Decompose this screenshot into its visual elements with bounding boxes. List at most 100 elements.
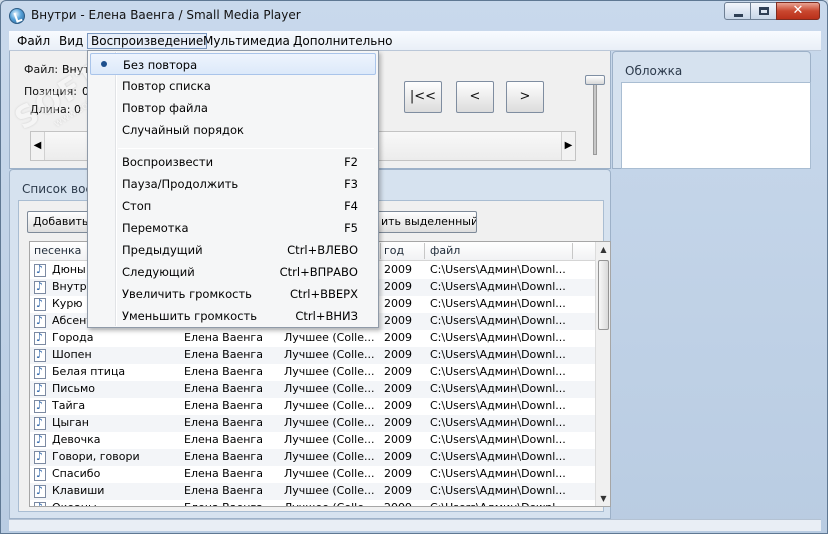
song-cell: Клавиши [52, 484, 105, 497]
menu-item[interactable]: Пауза/Продолжить F3 [90, 173, 376, 195]
menu-item[interactable]: Случайный порядок [90, 119, 376, 141]
playlist-label: Список вос [22, 182, 93, 196]
artist-cell: Елена Ваенга [184, 365, 263, 378]
album-cell: Лучшее (Colle... [284, 382, 375, 395]
album-cell: Лучшее (Colle... [284, 433, 375, 446]
col-song[interactable]: песенка [34, 244, 81, 257]
year-cell: 2009 [384, 416, 412, 429]
year-cell: 2009 [384, 280, 412, 293]
album-cell: Лучшее (Colle... [284, 348, 375, 361]
menu-item-shortcut: F4 [344, 199, 358, 213]
volume-slider-thumb[interactable] [585, 75, 605, 85]
col-separator[interactable] [380, 243, 381, 259]
menu-item[interactable]: Повтор файла [90, 97, 376, 119]
menu-item[interactable]: Воспроизвести F2 [90, 151, 376, 173]
menu-item[interactable]: Без повтора [90, 53, 376, 75]
col-separator[interactable] [572, 243, 573, 259]
audio-file-icon [34, 399, 46, 413]
seek-left-arrow-icon[interactable]: ◀ [31, 132, 45, 160]
album-cell: Лучшее (Colle... [284, 501, 380, 506]
table-row[interactable]: Шопен Елена Ваенга Лучшее (Colle... 2009 C:\… [30, 347, 596, 364]
scroll-up-arrow-icon[interactable]: ▲ [596, 242, 610, 257]
year-cell: 2009 [384, 297, 412, 310]
next-button[interactable]: > [506, 81, 544, 113]
table-row[interactable]: Белая птица Елена Ваенга Лучшее (Colle... 2… [30, 364, 596, 381]
audio-file-icon [34, 467, 46, 481]
col-year[interactable]: год [384, 244, 404, 257]
file-path-cell: C:\Users\Админ\Downl... [430, 365, 566, 378]
menu-item-label: Стоп [122, 199, 152, 213]
audio-file-icon [34, 382, 46, 396]
table-row[interactable]: Океаны Елена Ваенга Лучшее (Colle... 2009 C:… [30, 500, 596, 506]
seek-right-arrow-icon[interactable]: ▶ [561, 132, 575, 160]
close-button[interactable]: ✕ [776, 2, 820, 20]
artist-cell: Елена Ваенга [184, 450, 263, 463]
playlist-scrollbar[interactable]: ▲ ▼ [595, 242, 610, 506]
menu-bar: Файл Вид Воспроизведение Мультимедиа Доп… [9, 31, 821, 51]
table-row[interactable]: Города Елена Ваенга Лучшее (Colle... 2009 C:… [30, 330, 596, 347]
menu-item[interactable]: Уменьшить громкость Ctrl+ВНИЗ [90, 305, 376, 327]
menu-multimedia[interactable]: Мультимедиа [199, 33, 294, 49]
cover-label: Обложка [625, 64, 683, 78]
table-row[interactable]: Тайга Елена Ваенга Лучшее (Colle... 2009 C:\… [30, 398, 596, 415]
col-file[interactable]: файл [430, 244, 460, 257]
menu-extra[interactable]: Дополнительно [289, 33, 397, 49]
menu-item-label: Повтор списка [122, 79, 211, 93]
menu-item-shortcut: F5 [344, 221, 358, 235]
maximize-button[interactable] [750, 2, 777, 20]
menu-separator [118, 148, 374, 149]
table-row[interactable]: Цыган Елена Ваенга Лучшее (Colle... 2009 C:\… [30, 415, 596, 432]
volume-slider-track[interactable] [593, 79, 597, 155]
table-row[interactable]: Письмо Елена Ваенга Лучшее (Colle... 2009 C:… [30, 381, 596, 398]
scroll-thumb[interactable] [598, 260, 609, 330]
menu-item-shortcut: Ctrl+ВЛЕВО [287, 243, 358, 257]
audio-file-icon [34, 348, 46, 362]
table-row[interactable]: Говори, говори Елена Ваенга Лучшее (Colle.… [30, 449, 596, 466]
menu-item[interactable]: Повтор списка [90, 75, 376, 97]
table-row[interactable]: Девочка Елена Ваенга Лучшее (Colle... 2009 C… [30, 432, 596, 449]
menu-item[interactable]: Следующий Ctrl+ВПРАВО [90, 261, 376, 283]
file-path-cell: C:\Users\Админ\Downl... [430, 433, 566, 446]
menu-item-shortcut: Ctrl+ВВЕРХ [290, 287, 358, 301]
menu-item-label: Без повтора [123, 58, 198, 72]
cover-image-area [621, 82, 811, 169]
file-path-cell: C:\Users\Админ\Downl... [430, 280, 566, 293]
scroll-down-arrow-icon[interactable]: ▼ [596, 491, 610, 506]
menu-playback[interactable]: Воспроизведение [87, 33, 208, 49]
year-cell: 2009 [384, 433, 412, 446]
menu-item[interactable]: Предыдущий Ctrl+ВЛЕВО [90, 239, 376, 261]
file-path-cell: C:\Users\Админ\Downl... [430, 263, 566, 276]
artist-cell: Елена Ваенга [184, 399, 263, 412]
cover-panel: Обложка [612, 51, 811, 169]
song-cell: Шопен [52, 348, 92, 361]
prev-button[interactable]: < [456, 81, 494, 113]
song-cell: Океаны [52, 501, 180, 506]
window-controls: ✕ [724, 2, 820, 20]
media-player-icon [9, 8, 25, 24]
year-cell: 2009 [384, 382, 412, 395]
song-cell: Города [52, 331, 94, 344]
length-label: Длина: [30, 103, 71, 116]
menu-item[interactable]: Увеличить громкость Ctrl+ВВЕРХ [90, 283, 376, 305]
table-row[interactable]: Спасибо Елена Ваенга Лучшее (Colle... 2009 C… [30, 466, 596, 483]
file-path-cell: C:\Users\Админ\Downl... [430, 450, 566, 463]
album-cell: Лучшее (Colle... [284, 467, 375, 480]
menu-item-label: Следующий [122, 265, 195, 279]
first-track-button[interactable]: |<< [404, 81, 442, 113]
artist-cell: Елена Ваенга [184, 467, 263, 480]
minimize-button[interactable] [724, 2, 751, 20]
menu-item-shortcut: Ctrl+ВПРАВО [279, 265, 358, 279]
artist-cell: Елена Ваенга [184, 331, 263, 344]
menu-item-shortcut: F3 [344, 177, 358, 191]
album-cell: Лучшее (Colle... [284, 450, 375, 463]
col-separator[interactable] [424, 243, 425, 259]
menu-item[interactable]: Стоп F4 [90, 195, 376, 217]
playback-menu: Без повтора Повтор списка Повтор файла Случ… [87, 50, 379, 328]
menu-file[interactable]: Файл [13, 33, 54, 49]
menu-item[interactable]: Перемотка F5 [90, 217, 376, 239]
menu-view[interactable]: Вид [55, 33, 87, 49]
song-cell: Тайга [52, 399, 86, 412]
table-row[interactable]: Клавиши Елена Ваенга Лучшее (Colle... 2009 C… [30, 483, 596, 500]
remove-selected-button[interactable]: ить выделенный [375, 211, 477, 233]
file-path-cell: C:\Users\Админ\Downl... [430, 416, 566, 429]
